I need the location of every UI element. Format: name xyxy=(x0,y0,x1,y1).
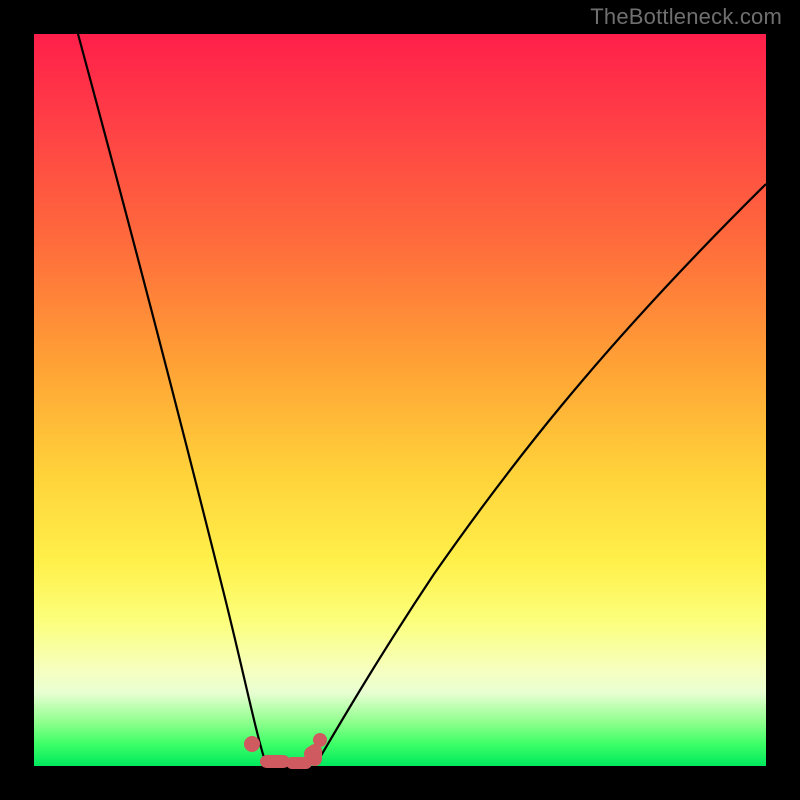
watermark-text: TheBottleneck.com xyxy=(590,4,782,30)
mark-dot xyxy=(244,736,260,752)
mark-dot xyxy=(313,733,327,747)
chart-frame: TheBottleneck.com xyxy=(0,0,800,800)
mark-dab xyxy=(260,755,290,768)
mark-dab xyxy=(308,744,322,766)
curve-overlay xyxy=(34,34,766,766)
right-curve xyxy=(316,184,766,764)
bottom-marks-group xyxy=(244,733,327,769)
left-curve xyxy=(78,34,266,764)
